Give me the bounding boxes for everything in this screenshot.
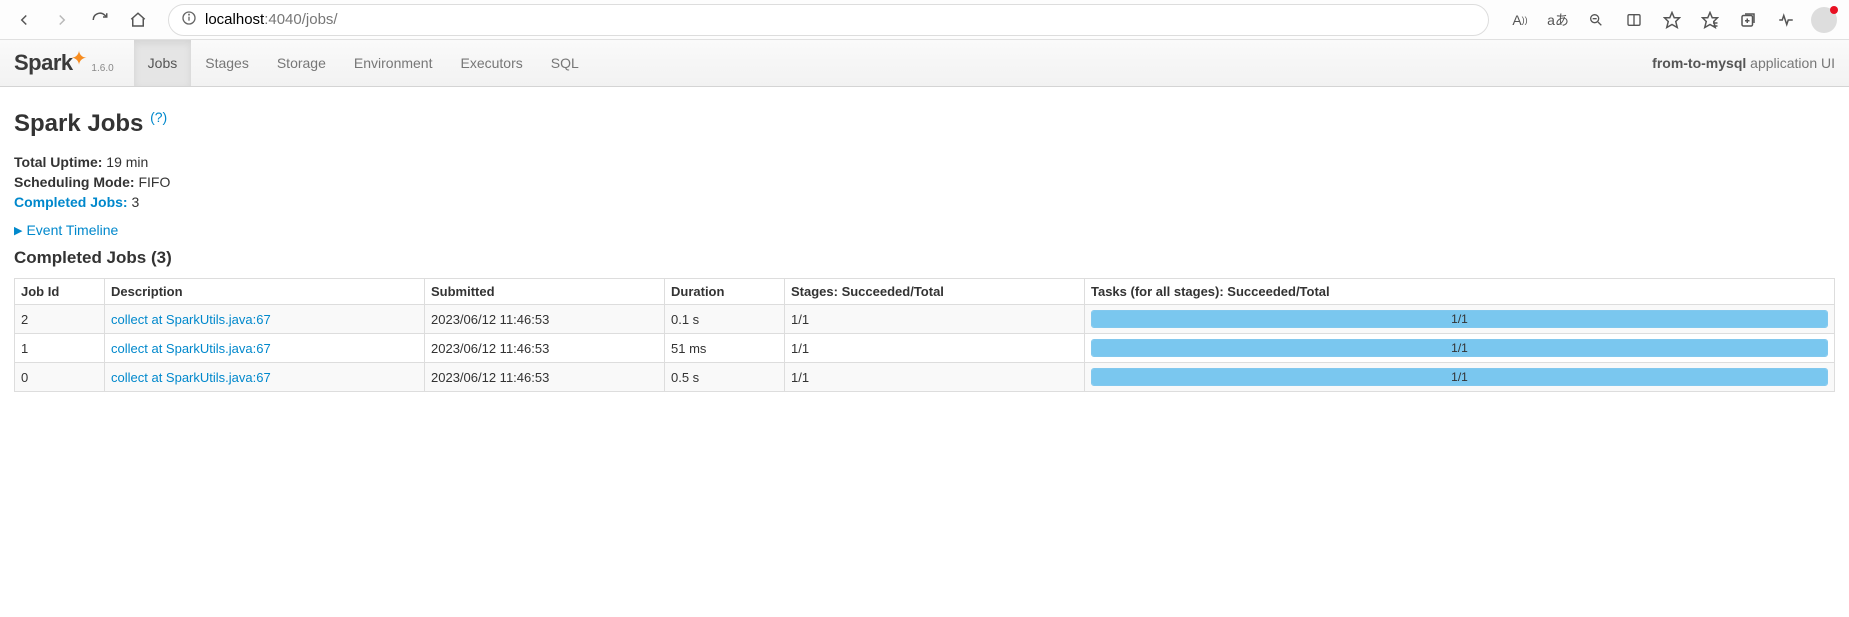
nav-tab-executors[interactable]: Executors: [446, 40, 536, 86]
url-path: /jobs/: [302, 11, 338, 28]
app-name: from-to-mysql: [1652, 55, 1746, 71]
help-link[interactable]: (?): [150, 109, 167, 125]
cell-jobid: 1: [15, 334, 105, 363]
back-button[interactable]: [8, 4, 40, 36]
completed-jobs-heading: Completed Jobs (3): [14, 248, 1835, 268]
sched-label: Scheduling Mode:: [14, 174, 135, 190]
cell-jobid: 2: [15, 305, 105, 334]
content: Spark Jobs (?) Total Uptime: 19 min Sche…: [0, 87, 1849, 410]
th-tasks[interactable]: Tasks (for all stages): Succeeded/Total: [1085, 279, 1835, 305]
cell-tasks: 1/1: [1085, 334, 1835, 363]
split-screen-icon[interactable]: [1617, 4, 1651, 36]
refresh-button[interactable]: [84, 4, 116, 36]
performance-icon[interactable]: [1769, 4, 1803, 36]
summary-completed: Completed Jobs: 3: [14, 192, 1835, 212]
arrow-left-icon: [15, 11, 33, 29]
th-jobid[interactable]: Job Id: [15, 279, 105, 305]
address-bar[interactable]: localhost:4040/jobs/: [168, 4, 1489, 36]
task-progress-bar: 1/1: [1091, 339, 1828, 357]
refresh-icon: [91, 11, 109, 29]
url-text: localhost:4040/jobs/: [205, 11, 338, 28]
th-submitted[interactable]: Submitted: [425, 279, 665, 305]
profile-button[interactable]: [1807, 4, 1841, 36]
caret-right-icon: ▶: [14, 224, 22, 237]
nav-tab-storage[interactable]: Storage: [263, 40, 340, 86]
uptime-label: Total Uptime:: [14, 154, 102, 170]
zoom-icon[interactable]: [1579, 4, 1613, 36]
spark-logo[interactable]: Spark ✦ 1.6.0: [14, 50, 114, 76]
cell-submitted: 2023/06/12 11:46:53: [425, 363, 665, 392]
timeline-label: Event Timeline: [26, 222, 118, 238]
table-row: 1 collect at SparkUtils.java:67 2023/06/12…: [15, 334, 1835, 363]
cell-description: collect at SparkUtils.java:67: [105, 305, 425, 334]
cell-jobid: 0: [15, 363, 105, 392]
app-label: from-to-mysql application UI: [1652, 55, 1835, 71]
app-suffix: application UI: [1750, 55, 1835, 71]
browser-toolbar: localhost:4040/jobs/ A)) aあ: [0, 0, 1849, 40]
home-icon: [129, 11, 147, 29]
collections-icon[interactable]: [1731, 4, 1765, 36]
event-timeline-toggle[interactable]: ▶ Event Timeline: [14, 222, 1835, 238]
summary-scheduling: Scheduling Mode: FIFO: [14, 172, 1835, 192]
cell-tasks: 1/1: [1085, 363, 1835, 392]
spark-navbar: Spark ✦ 1.6.0 JobsStagesStorageEnvironme…: [0, 40, 1849, 87]
site-info-icon[interactable]: [181, 10, 197, 29]
cell-duration: 0.5 s: [665, 363, 785, 392]
completed-value: 3: [131, 194, 139, 210]
task-progress-bar: 1/1: [1091, 368, 1828, 386]
table-header-row: Job Id Description Submitted Duration St…: [15, 279, 1835, 305]
table-row: 2 collect at SparkUtils.java:67 2023/06/12…: [15, 305, 1835, 334]
cell-duration: 0.1 s: [665, 305, 785, 334]
table-row: 0 collect at SparkUtils.java:67 2023/06/12…: [15, 363, 1835, 392]
nav-tab-jobs[interactable]: Jobs: [134, 40, 192, 86]
completed-jobs-table: Job Id Description Submitted Duration St…: [14, 278, 1835, 392]
summary-uptime: Total Uptime: 19 min: [14, 152, 1835, 172]
page-title: Spark Jobs (?): [14, 105, 1835, 138]
spark-logo-text: Spark: [14, 50, 73, 76]
nav-tab-stages[interactable]: Stages: [191, 40, 263, 86]
read-aloud-icon[interactable]: A)): [1503, 4, 1537, 36]
nav-tabs: JobsStagesStorageEnvironmentExecutorsSQL: [134, 40, 593, 86]
home-button[interactable]: [122, 4, 154, 36]
job-description-link[interactable]: collect at SparkUtils.java:67: [111, 341, 271, 356]
cell-submitted: 2023/06/12 11:46:53: [425, 305, 665, 334]
job-description-link[interactable]: collect at SparkUtils.java:67: [111, 370, 271, 385]
progress-label: 1/1: [1092, 340, 1827, 356]
profile-avatar-icon: [1811, 7, 1837, 33]
completed-label: Completed Jobs:: [14, 194, 128, 210]
arrow-right-icon: [53, 11, 71, 29]
task-progress-bar: 1/1: [1091, 310, 1828, 328]
job-description-link[interactable]: collect at SparkUtils.java:67: [111, 312, 271, 327]
cell-tasks: 1/1: [1085, 305, 1835, 334]
progress-label: 1/1: [1092, 311, 1827, 327]
sched-value: FIFO: [138, 174, 170, 190]
uptime-value: 19 min: [106, 154, 148, 170]
nav-tab-environment[interactable]: Environment: [340, 40, 447, 86]
cell-stages: 1/1: [785, 363, 1085, 392]
favorites-list-icon[interactable]: [1693, 4, 1727, 36]
favorite-icon[interactable]: [1655, 4, 1689, 36]
progress-label: 1/1: [1092, 369, 1827, 385]
nav-tab-sql[interactable]: SQL: [537, 40, 593, 86]
th-description[interactable]: Description: [105, 279, 425, 305]
th-duration[interactable]: Duration: [665, 279, 785, 305]
forward-button[interactable]: [46, 4, 78, 36]
th-stages[interactable]: Stages: Succeeded/Total: [785, 279, 1085, 305]
cell-description: collect at SparkUtils.java:67: [105, 363, 425, 392]
cell-stages: 1/1: [785, 334, 1085, 363]
cell-duration: 51 ms: [665, 334, 785, 363]
summary-list: Total Uptime: 19 min Scheduling Mode: FI…: [14, 152, 1835, 212]
cell-stages: 1/1: [785, 305, 1085, 334]
cell-submitted: 2023/06/12 11:46:53: [425, 334, 665, 363]
browser-right-controls: A)) aあ: [1503, 4, 1841, 36]
page-title-text: Spark Jobs: [14, 110, 143, 137]
completed-jobs-link[interactable]: Completed Jobs:: [14, 194, 131, 210]
spark-star-icon: ✦: [71, 52, 88, 66]
translate-icon[interactable]: aあ: [1541, 4, 1575, 36]
spark-version: 1.6.0: [91, 63, 113, 74]
url-host: localhost: [205, 11, 264, 28]
cell-description: collect at SparkUtils.java:67: [105, 334, 425, 363]
url-port: :4040: [264, 11, 302, 28]
